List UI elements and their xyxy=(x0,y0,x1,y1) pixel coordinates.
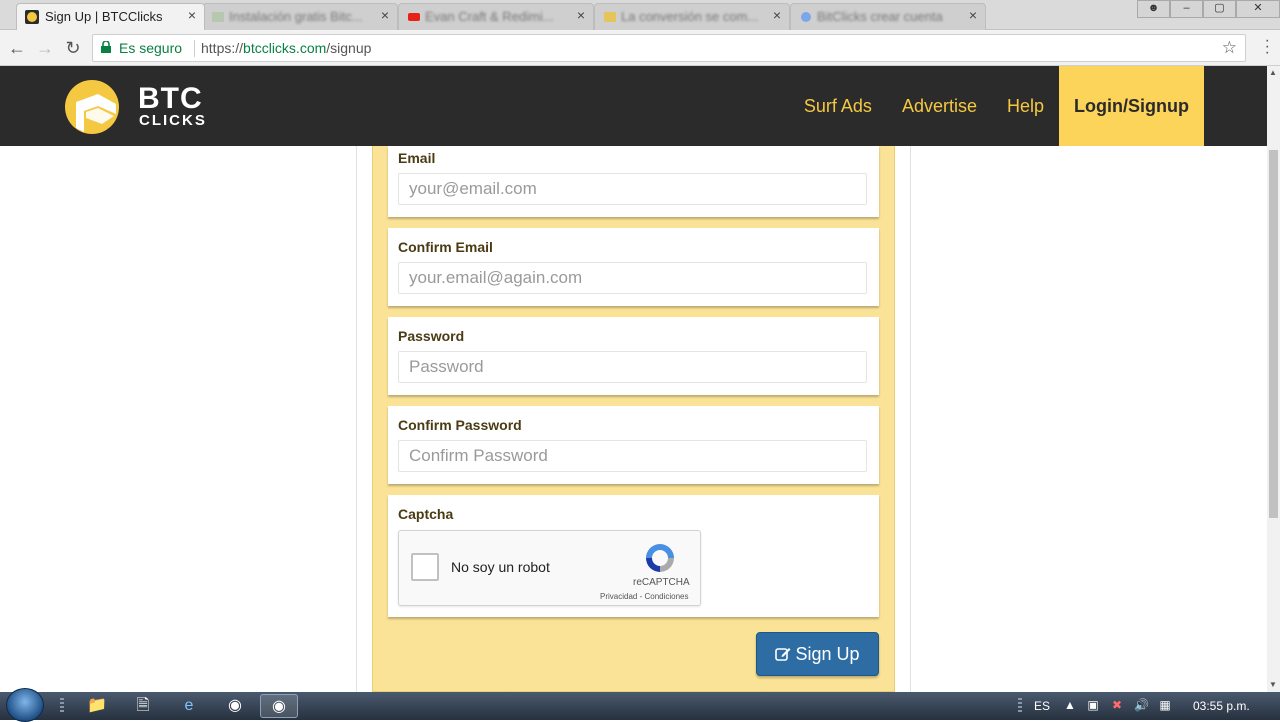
confirm-password-field[interactable] xyxy=(398,440,867,472)
chrome-icon[interactable]: ◉ xyxy=(216,694,254,718)
email-field[interactable] xyxy=(398,173,867,205)
tray-app-icon[interactable]: ▣ xyxy=(1086,698,1100,712)
minimize-button[interactable]: – xyxy=(1170,0,1203,18)
url-scheme: https:// xyxy=(201,40,244,56)
nav-surf-ads[interactable]: Surf Ads xyxy=(789,66,887,146)
clock[interactable]: 03:55 p.m. xyxy=(1193,699,1250,713)
maximize-button[interactable]: ▢ xyxy=(1203,0,1236,18)
signup-form: Email Confirm Email Password Confirm Pas… xyxy=(372,146,895,692)
captcha-label: Captcha xyxy=(398,506,454,522)
btcclicks-favicon-icon xyxy=(25,10,39,24)
recaptcha-widget: No soy un robot reCAPTCHA Privacidad - C… xyxy=(398,530,701,606)
start-button[interactable] xyxy=(6,688,44,722)
close-window-button[interactable]: ✕ xyxy=(1236,0,1280,18)
forward-arrow-icon[interactable]: → xyxy=(33,36,57,60)
nav-help[interactable]: Help xyxy=(992,66,1059,146)
password-card: Password xyxy=(388,317,879,395)
edit-icon xyxy=(775,647,791,661)
recaptcha-brand: reCAPTCHA xyxy=(633,577,690,588)
tray-expand-icon[interactable]: ▲ xyxy=(1063,698,1077,712)
site-header: BTC CLICKS Surf Ads Advertise Help Login… xyxy=(0,66,1267,146)
tab-inactive-1[interactable]: Instalación gratis Bitc... × xyxy=(202,3,398,30)
volume-icon[interactable]: 🔊 xyxy=(1134,698,1149,712)
tab-close-icon[interactable]: × xyxy=(773,7,781,23)
tab-close-icon[interactable]: × xyxy=(969,7,977,23)
nav-advertise[interactable]: Advertise xyxy=(887,66,992,146)
tray-grip xyxy=(1018,698,1022,714)
recaptcha-links[interactable]: Privacidad - Condiciones xyxy=(600,592,689,601)
logo-text-btc: BTC xyxy=(138,82,203,115)
tab-title: BitClicks crear cuenta xyxy=(817,9,943,24)
language-indicator[interactable]: ES xyxy=(1034,699,1050,713)
taskbar-grip xyxy=(60,698,64,714)
confirm-email-field[interactable] xyxy=(398,262,867,294)
lock-icon xyxy=(101,41,111,53)
url-text: https://btcclicks.com/signup xyxy=(201,40,371,56)
tab-title: La conversión se com... xyxy=(621,9,759,24)
confirm-password-label: Confirm Password xyxy=(398,417,522,433)
action-center-icon[interactable]: ▦ xyxy=(1158,698,1172,712)
tab-close-icon[interactable]: × xyxy=(577,7,585,23)
network-error-icon[interactable]: ✖ xyxy=(1110,698,1124,712)
url-path: /signup xyxy=(326,40,372,56)
youtube-favicon-icon xyxy=(408,13,420,21)
sign-up-label: Sign Up xyxy=(795,643,860,664)
windows-taskbar: 📁 🗎 e ◉ ◉ ES ▲ ▣ ✖ 🔊 ▦ 03:55 p.m. xyxy=(0,688,1280,722)
tab-title: Sign Up | BTCClicks xyxy=(45,9,163,24)
tab-close-icon[interactable]: × xyxy=(188,7,196,23)
scroll-thumb[interactable] xyxy=(1269,150,1278,518)
menu-icon[interactable]: · · · xyxy=(1265,33,1270,61)
sign-up-button[interactable]: Sign Up xyxy=(756,632,879,676)
password-field[interactable] xyxy=(398,351,867,383)
window-controls: ☻ – ▢ ✕ xyxy=(1137,0,1280,18)
captcha-card: Captcha No soy un robot reCAPTCHA Privac… xyxy=(388,495,879,617)
notepad-icon[interactable]: 🗎 xyxy=(124,694,162,718)
page-scrollbar[interactable]: ▲ ▼ xyxy=(1267,66,1280,692)
star-icon[interactable]: ☆ xyxy=(1222,38,1237,58)
user-icon[interactable]: ☻ xyxy=(1137,0,1170,18)
page-favicon-icon xyxy=(604,12,616,22)
email-label: Email xyxy=(398,150,436,166)
confirm-email-card: Confirm Email xyxy=(388,228,879,306)
main-nav: Surf Ads Advertise Help Login/Signup xyxy=(789,66,1204,146)
password-label: Password xyxy=(398,328,465,344)
chrome-active-icon[interactable]: ◉ xyxy=(260,694,298,718)
scroll-up-icon[interactable]: ▲ xyxy=(1269,68,1277,77)
nav-login-signup[interactable]: Login/Signup xyxy=(1059,66,1204,146)
page-content: Email Confirm Email Password Confirm Pas… xyxy=(0,146,1267,692)
internet-explorer-icon[interactable]: e xyxy=(170,694,208,718)
security-indicator: Es seguro xyxy=(119,40,183,56)
tab-inactive-2[interactable]: Evan Craft & Redimi... × xyxy=(398,3,594,30)
confirm-password-card: Confirm Password xyxy=(388,406,879,484)
browser-toolbar: ← → ↻ Es seguro https://btcclicks.com/si… xyxy=(0,30,1280,66)
file-explorer-icon[interactable]: 📁 xyxy=(78,694,116,718)
back-arrow-icon[interactable]: ← xyxy=(5,36,29,60)
tab-inactive-4[interactable]: BitClicks crear cuenta × xyxy=(790,3,986,30)
google-favicon-icon xyxy=(801,12,811,22)
recaptcha-label: No soy un robot xyxy=(451,559,550,575)
logo-text-clicks: CLICKS xyxy=(139,112,207,129)
logo-mark-icon xyxy=(65,80,119,134)
browser-tab-bar: Sign Up | BTCClicks × Instalación gratis… xyxy=(0,0,1280,30)
tab-title: Instalación gratis Bitc... xyxy=(229,9,363,24)
reload-icon[interactable]: ↻ xyxy=(61,36,85,60)
btcclicks-logo[interactable]: BTC CLICKS xyxy=(64,80,214,134)
tab-sign-up[interactable]: Sign Up | BTCClicks × xyxy=(16,3,205,30)
url-host: btcclicks.com xyxy=(243,40,327,56)
tab-title: Evan Craft & Redimi... xyxy=(425,9,554,24)
confirm-email-label: Confirm Email xyxy=(398,239,493,255)
page-favicon-icon xyxy=(212,12,224,22)
address-bar[interactable]: Es seguro https://btcclicks.com/signup ☆ xyxy=(92,34,1246,62)
recaptcha-logo-icon xyxy=(646,544,674,572)
address-divider xyxy=(194,40,195,57)
tab-close-icon[interactable]: × xyxy=(381,7,389,23)
recaptcha-checkbox[interactable] xyxy=(411,553,439,581)
column-divider xyxy=(910,146,911,692)
scroll-down-icon[interactable]: ▼ xyxy=(1269,680,1277,689)
email-card: Email xyxy=(388,146,879,217)
tab-inactive-3[interactable]: La conversión se com... × xyxy=(594,3,790,30)
column-divider xyxy=(356,146,357,692)
